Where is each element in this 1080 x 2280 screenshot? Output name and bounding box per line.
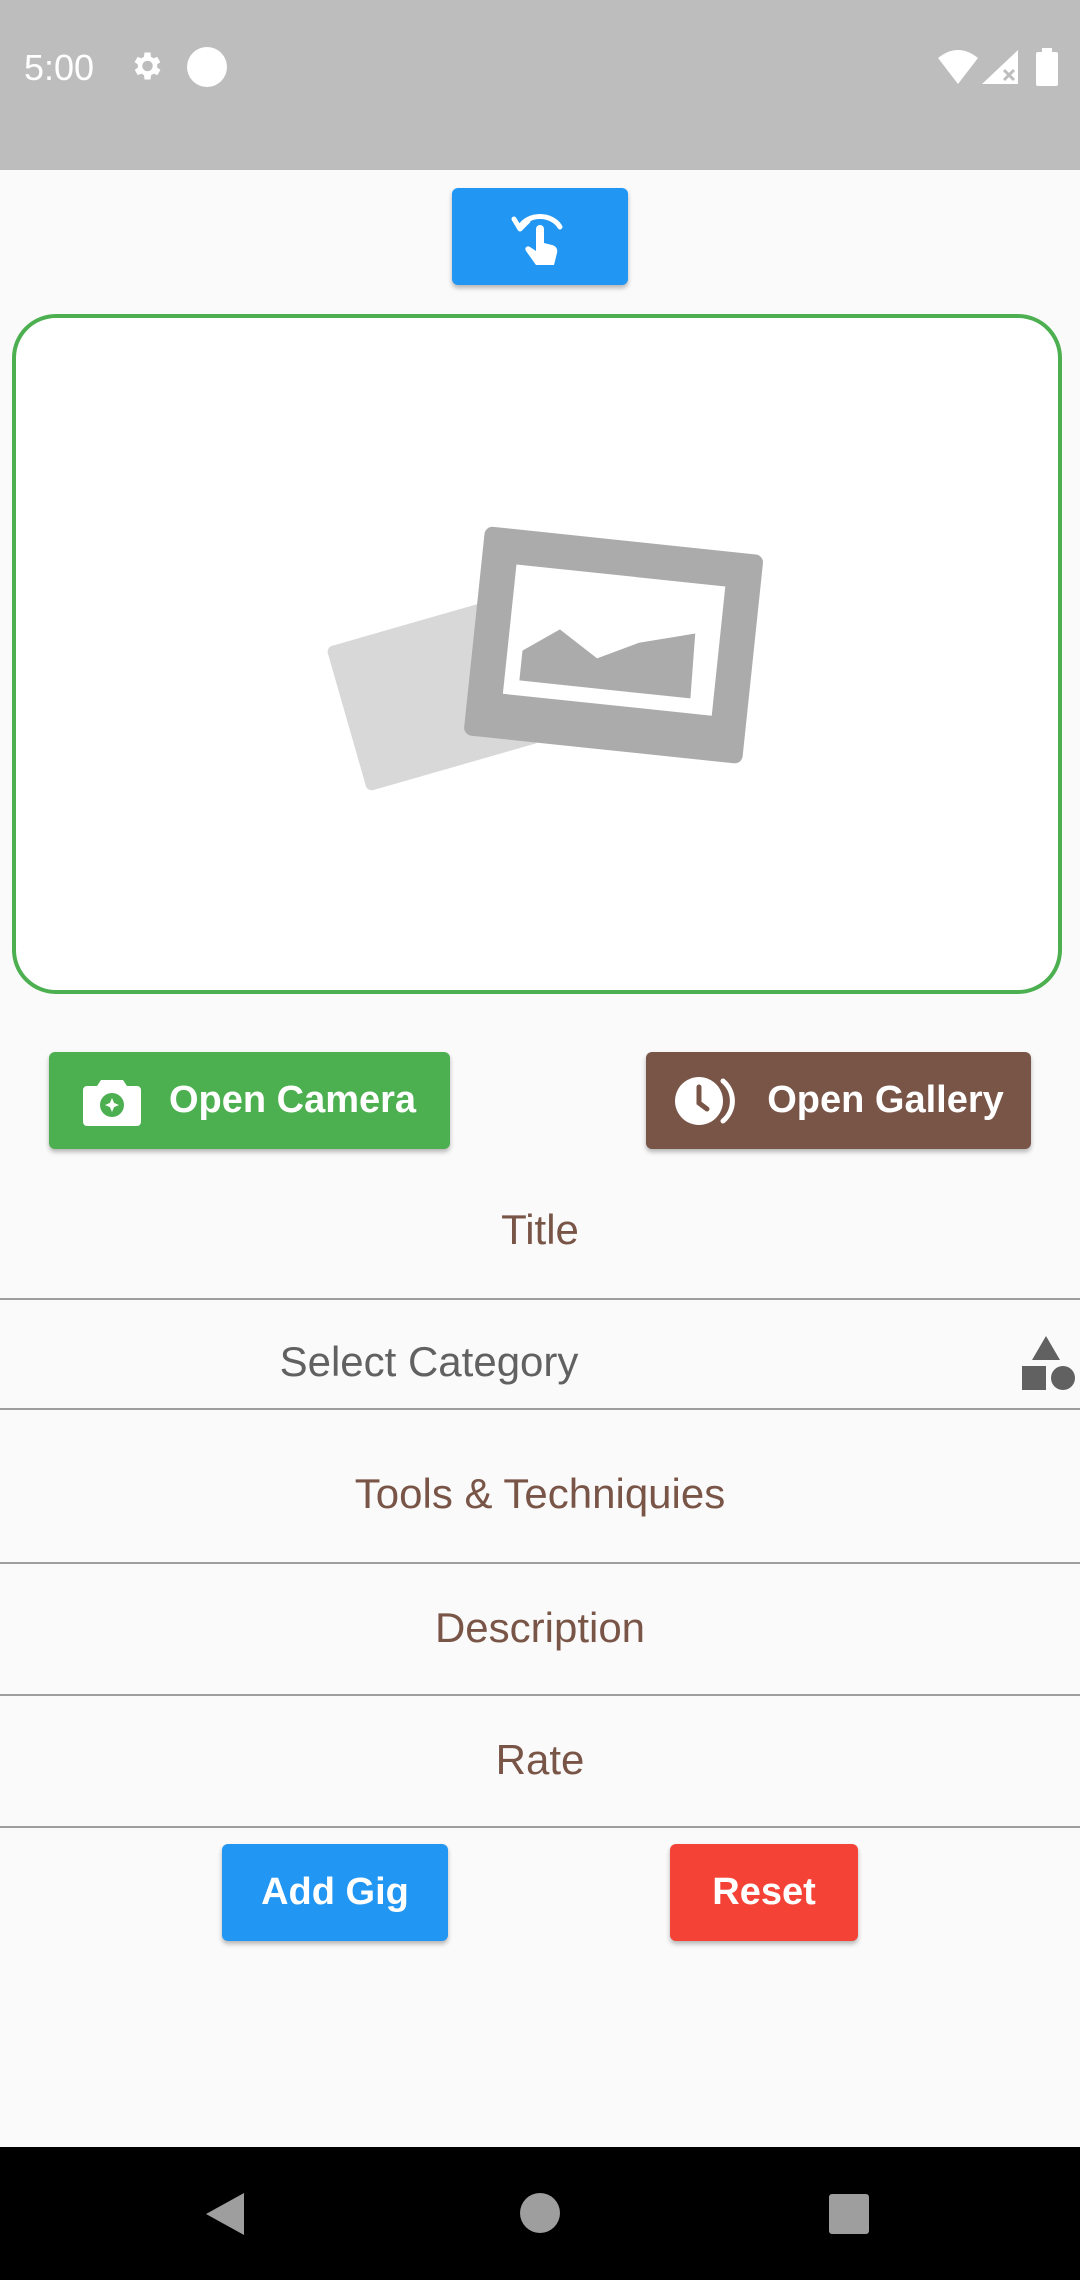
reset-button[interactable]: Reset (670, 1844, 858, 1941)
open-gallery-label: Open Gallery (767, 1079, 1004, 1121)
description-placeholder: Description (434, 1604, 646, 1651)
image-placeholder-icon (327, 526, 763, 791)
battery-icon (1036, 48, 1058, 86)
signal-icon (982, 50, 1018, 84)
status-time: 5:00 (24, 47, 95, 88)
add-gig-label: Add Gig (261, 1871, 409, 1913)
tools-field[interactable]: Tools & Techniquies (0, 1410, 1080, 1564)
back-icon[interactable] (204, 2191, 248, 2237)
recents-icon[interactable] (828, 2193, 870, 2235)
category-shapes-icon (1022, 1336, 1075, 1390)
open-camera-label: Open Camera (168, 1079, 417, 1121)
rate-field[interactable]: Rate (0, 1696, 1080, 1828)
circle-notification-icon (187, 47, 227, 87)
wifi-icon (938, 50, 978, 84)
camera-icon (82, 1076, 141, 1126)
reset-label: Reset (712, 1871, 816, 1913)
gallery-history-icon (673, 1073, 739, 1129)
rate-placeholder: Rate (495, 1736, 585, 1783)
add-gig-button[interactable]: Add Gig (222, 1844, 448, 1941)
home-icon[interactable] (518, 2191, 562, 2235)
description-field[interactable]: Description (0, 1564, 1080, 1696)
title-placeholder: Title (501, 1206, 579, 1253)
tools-placeholder: Tools & Techniquies (354, 1470, 726, 1517)
title-field[interactable]: Title (0, 1186, 1080, 1300)
touch-rotate-icon (511, 213, 563, 265)
open-camera-button[interactable]: Open Camera (49, 1052, 450, 1149)
navigation-bar (0, 2147, 1080, 2280)
status-bar: 5:00 (0, 0, 1080, 170)
category-placeholder: Select Category (279, 1338, 579, 1385)
settings-icon (134, 52, 161, 80)
category-select[interactable]: Select Category (0, 1300, 1080, 1410)
rotate-button[interactable] (452, 188, 628, 285)
open-gallery-button[interactable]: Open Gallery (646, 1052, 1031, 1149)
